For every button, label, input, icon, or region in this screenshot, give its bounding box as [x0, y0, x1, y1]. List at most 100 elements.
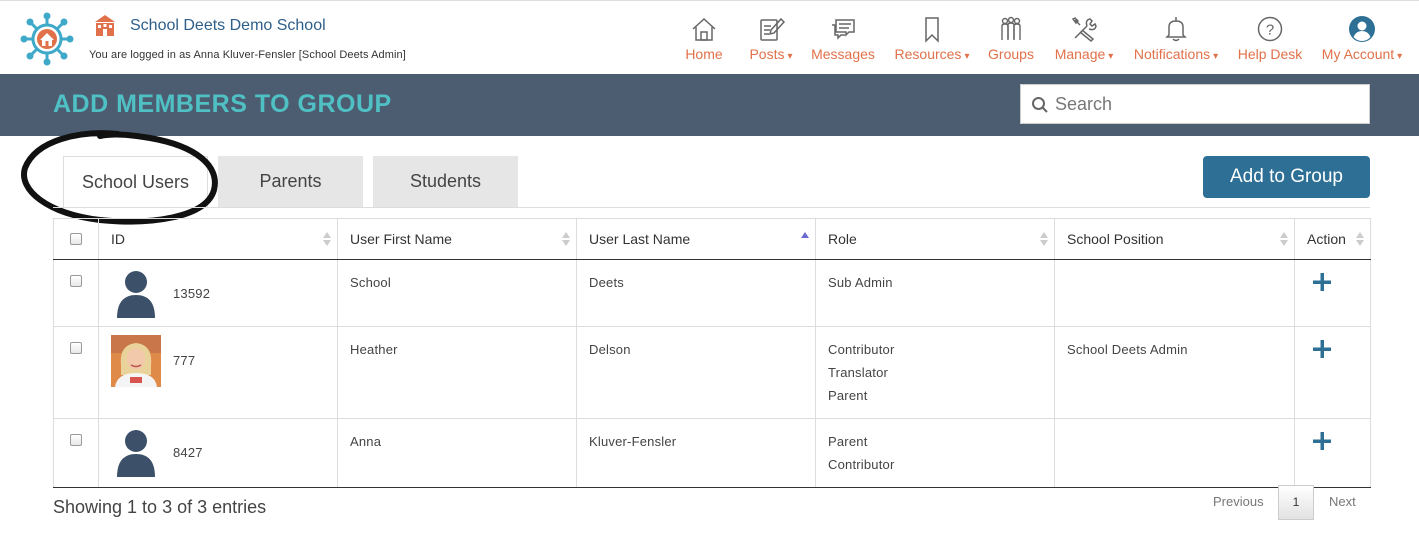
row-select-cell	[53, 418, 99, 488]
add-icon[interactable]	[1313, 432, 1331, 450]
page-title: ADD MEMBERS TO GROUP	[53, 90, 392, 118]
user-photo	[111, 335, 161, 387]
id-cell: 777	[98, 326, 338, 419]
column-header-role[interactable]: Role	[815, 218, 1055, 260]
sort-icon	[562, 232, 570, 246]
account-icon	[1349, 16, 1375, 42]
column-label: User First Name	[350, 231, 452, 247]
column-header-id[interactable]: ID	[98, 218, 338, 260]
home-icon	[692, 17, 716, 41]
sort-icon	[1040, 232, 1048, 246]
role: Contributor	[828, 457, 895, 472]
sort-ascending-icon	[801, 232, 809, 238]
school-position-cell: School Deets Admin	[1054, 326, 1295, 419]
logged-in-text: You are logged in as Anna Kluver-Fensler…	[89, 49, 406, 61]
pagination-previous[interactable]: Previous	[1213, 494, 1264, 509]
column-label: School Position	[1067, 231, 1164, 247]
chevron-down-icon: ▾	[787, 51, 793, 62]
nav-my-account[interactable]: My Account ▾	[1314, 13, 1410, 69]
chevron-down-icon: ▾	[1213, 51, 1219, 62]
role: Parent	[828, 434, 868, 449]
nav-posts-label: Posts	[749, 46, 785, 62]
default-user-icon	[117, 271, 155, 318]
user-id: 13592	[173, 286, 211, 301]
bookmark-icon	[925, 17, 939, 43]
action-cell	[1294, 326, 1371, 419]
nav-my-account-label: My Account	[1321, 46, 1395, 62]
tab-parents[interactable]: Parents	[218, 156, 363, 208]
first-name-cell: Heather	[337, 326, 577, 419]
column-label: Role	[828, 231, 857, 247]
role: Contributor	[828, 342, 895, 357]
nav-resources[interactable]: Resources ▾	[890, 13, 974, 69]
school-building-icon	[95, 15, 115, 36]
id-cell: 13592	[98, 259, 338, 327]
sort-icon	[1356, 232, 1364, 246]
table-header-row: ID User First Name User Last Name Role S…	[53, 218, 1371, 260]
action-cell	[1294, 259, 1371, 327]
chevron-down-icon: ▾	[1397, 51, 1403, 62]
row-checkbox[interactable]	[70, 342, 82, 354]
first-name-cell: Anna	[337, 418, 577, 488]
nav-help-desk-label: Help Desk	[1237, 46, 1303, 62]
select-all-checkbox[interactable]	[70, 232, 82, 245]
user-id: 777	[173, 353, 196, 368]
school-name[interactable]: School Deets Demo School	[130, 17, 326, 35]
column-header-first-name[interactable]: User First Name	[337, 218, 577, 260]
edit-icon	[760, 17, 785, 41]
nav-messages-label: Messages	[811, 46, 875, 62]
nav-home-label: Home	[685, 46, 723, 62]
chevron-down-icon: ▾	[1108, 51, 1114, 62]
search-input[interactable]	[1055, 90, 1355, 118]
pagination-page[interactable]: 1	[1278, 485, 1314, 520]
school-deets-logo-icon[interactable]	[18, 11, 76, 67]
pagination-next[interactable]: Next	[1329, 494, 1356, 509]
column-header-school-position[interactable]: School Position	[1054, 218, 1295, 260]
svg-text:?: ?	[1266, 22, 1274, 39]
chevron-down-icon: ▾	[964, 51, 970, 62]
last-name-cell: Kluver-Fensler	[576, 418, 816, 488]
sort-icon	[1280, 232, 1288, 246]
tab-school-users[interactable]: School Users	[63, 156, 208, 208]
first-name-cell: School	[337, 259, 577, 327]
column-header-action[interactable]: Action	[1294, 218, 1371, 260]
nav-groups[interactable]: Groups	[984, 13, 1038, 69]
bell-icon	[1165, 17, 1187, 42]
nav-manage-label: Manage	[1054, 46, 1106, 62]
nav-help-desk[interactable]: ? Help Desk	[1234, 13, 1306, 69]
search-box[interactable]	[1020, 84, 1370, 124]
row-checkbox[interactable]	[70, 434, 82, 446]
nav-posts[interactable]: Posts ▾	[744, 13, 798, 69]
add-icon[interactable]	[1313, 273, 1331, 291]
column-label: ID	[111, 231, 125, 247]
nav-groups-label: Groups	[988, 46, 1034, 62]
row-checkbox[interactable]	[70, 275, 82, 287]
column-label: User Last Name	[589, 231, 691, 247]
column-header-last-name[interactable]: User Last Name	[576, 218, 816, 260]
last-name-cell: Deets	[576, 259, 816, 327]
nav-home[interactable]: Home	[678, 13, 730, 69]
school-position-cell	[1054, 418, 1295, 488]
last-name-cell: Delson	[576, 326, 816, 419]
tab-students[interactable]: Students	[373, 156, 518, 208]
table-row: 13592 School Deets Sub Admin	[53, 259, 1371, 327]
add-icon[interactable]	[1313, 340, 1331, 358]
row-select-cell	[53, 326, 99, 419]
school-position-cell	[1054, 259, 1295, 327]
search-icon	[1032, 97, 1048, 113]
sort-icon	[323, 232, 331, 246]
role: Parent	[828, 388, 868, 403]
groups-icon	[1001, 16, 1021, 40]
column-label: Action	[1307, 231, 1346, 247]
title-bar: ADD MEMBERS TO GROUP	[0, 74, 1419, 136]
role-cell: Sub Admin	[815, 259, 1055, 327]
role-cell: Parent Contributor	[815, 418, 1055, 488]
nav-notifications-label: Notifications	[1133, 46, 1211, 62]
nav-messages[interactable]: Messages	[808, 13, 878, 69]
nav-notifications[interactable]: Notifications ▾	[1128, 13, 1224, 69]
tab-divider	[53, 207, 1370, 208]
nav-manage[interactable]: Manage ▾	[1050, 13, 1118, 69]
add-to-group-button[interactable]: Add to Group	[1203, 156, 1370, 198]
default-user-icon	[117, 430, 155, 477]
nav-resources-label: Resources	[894, 46, 962, 62]
